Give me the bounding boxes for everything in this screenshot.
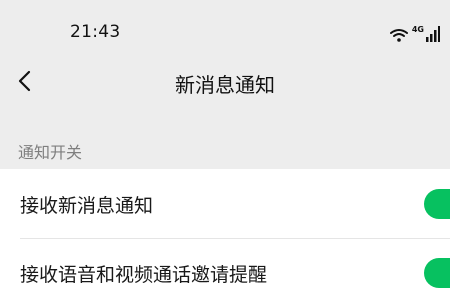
setting-row-new-message-notification: 接收新消息通知 — [0, 169, 450, 238]
setting-label: 接收新消息通知 — [20, 195, 154, 217]
notification-settings-screen: 21:43 4G 新消息通知 通知开关 接收新消息通知 接收语音和视频通话邀请提… — [0, 0, 450, 300]
status-time: 21:43 — [70, 22, 121, 42]
page-title: 新消息通知 — [175, 73, 275, 97]
row-divider — [20, 238, 450, 239]
section-header: 通知开关 — [18, 143, 83, 162]
network-type-label: 4G — [411, 25, 424, 34]
new-message-notification-toggle[interactable] — [424, 189, 450, 219]
status-icons: 4G — [389, 24, 440, 42]
wifi-icon — [389, 28, 408, 42]
navigation-bar: 新消息通知 — [0, 52, 450, 110]
setting-label: 接收语音和视频通话邀请提醒 — [20, 264, 268, 286]
setting-row-call-invitation-reminder: 接收语音和视频通话邀请提醒 — [0, 238, 450, 300]
call-invitation-reminder-toggle[interactable] — [424, 258, 450, 288]
settings-list: 接收新消息通知 接收语音和视频通话邀请提醒 — [0, 169, 450, 300]
cellular-signal-icon — [426, 26, 440, 42]
